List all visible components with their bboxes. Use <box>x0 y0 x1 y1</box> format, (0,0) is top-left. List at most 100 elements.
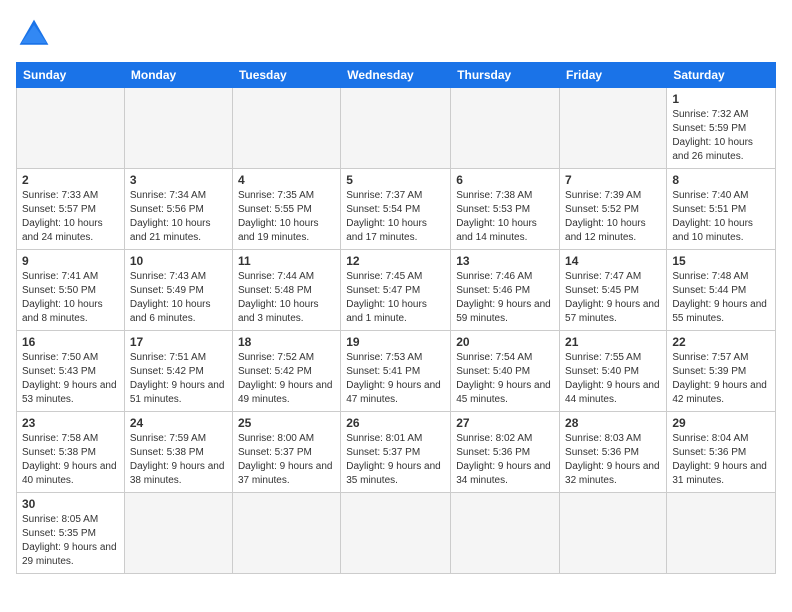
day-info: Sunrise: 7:50 AM Sunset: 5:43 PM Dayligh… <box>22 351 119 407</box>
day-number: 15 <box>672 254 770 268</box>
day-info: Sunrise: 7:52 AM Sunset: 5:42 PM Dayligh… <box>238 351 335 407</box>
day-info: Sunrise: 7:55 AM Sunset: 5:40 PM Dayligh… <box>565 351 661 407</box>
day-number: 29 <box>672 416 770 430</box>
day-cell: 28 Sunrise: 8:03 AM Sunset: 5:36 PM Dayli… <box>560 412 667 493</box>
day-header-sunday: Sunday <box>17 63 125 88</box>
day-cell <box>451 88 560 169</box>
day-number: 21 <box>565 335 661 349</box>
day-number: 3 <box>130 173 227 187</box>
day-info: Sunrise: 8:04 AM Sunset: 5:36 PM Dayligh… <box>672 432 770 488</box>
day-cell <box>232 88 340 169</box>
day-cell: 4 Sunrise: 7:35 AM Sunset: 5:55 PM Daylig… <box>232 169 340 250</box>
day-number: 14 <box>565 254 661 268</box>
day-header-thursday: Thursday <box>451 63 560 88</box>
day-number: 17 <box>130 335 227 349</box>
day-cell: 15 Sunrise: 7:48 AM Sunset: 5:44 PM Dayli… <box>667 250 776 331</box>
week-row-3: 9Sunrise: 7:41 AM Sunset: 5:50 PM Daylig… <box>17 250 776 331</box>
day-info: Sunrise: 7:40 AM Sunset: 5:51 PM Dayligh… <box>672 189 770 245</box>
day-info: Sunrise: 7:33 AM Sunset: 5:57 PM Dayligh… <box>22 189 119 245</box>
week-row-4: 16 Sunrise: 7:50 AM Sunset: 5:43 PM Dayli… <box>17 331 776 412</box>
day-info: Sunrise: 8:03 AM Sunset: 5:36 PM Dayligh… <box>565 432 661 488</box>
day-number: 20 <box>456 335 554 349</box>
day-number: 28 <box>565 416 661 430</box>
day-number: 24 <box>130 416 227 430</box>
calendar-header: SundayMondayTuesdayWednesdayThursdayFrid… <box>17 63 776 88</box>
day-number: 23 <box>22 416 119 430</box>
day-cell: 14 Sunrise: 7:47 AM Sunset: 5:45 PM Dayli… <box>560 250 667 331</box>
day-cell: 8 Sunrise: 7:40 AM Sunset: 5:51 PM Daylig… <box>667 169 776 250</box>
day-cell: 20Sunrise: 7:54 AM Sunset: 5:40 PM Dayli… <box>451 331 560 412</box>
day-header-friday: Friday <box>560 63 667 88</box>
day-number: 8 <box>672 173 770 187</box>
day-number: 7 <box>565 173 661 187</box>
day-cell: 6 Sunrise: 7:38 AM Sunset: 5:53 PM Daylig… <box>451 169 560 250</box>
day-number: 27 <box>456 416 554 430</box>
day-number: 25 <box>238 416 335 430</box>
day-cell <box>560 493 667 574</box>
day-cell: 21 Sunrise: 7:55 AM Sunset: 5:40 PM Dayli… <box>560 331 667 412</box>
day-cell: 11Sunrise: 7:44 AM Sunset: 5:48 PM Dayli… <box>232 250 340 331</box>
day-cell <box>124 88 232 169</box>
day-number: 6 <box>456 173 554 187</box>
day-cell: 10 Sunrise: 7:43 AM Sunset: 5:49 PM Dayli… <box>124 250 232 331</box>
day-header-monday: Monday <box>124 63 232 88</box>
day-cell: 26Sunrise: 8:01 AM Sunset: 5:37 PM Dayli… <box>341 412 451 493</box>
day-cell <box>341 493 451 574</box>
day-info: Sunrise: 7:37 AM Sunset: 5:54 PM Dayligh… <box>346 189 445 245</box>
day-info: Sunrise: 7:48 AM Sunset: 5:44 PM Dayligh… <box>672 270 770 326</box>
day-header-tuesday: Tuesday <box>232 63 340 88</box>
day-info: Sunrise: 7:51 AM Sunset: 5:42 PM Dayligh… <box>130 351 227 407</box>
day-cell: 2 Sunrise: 7:33 AM Sunset: 5:57 PM Daylig… <box>17 169 125 250</box>
day-cell: 22Sunrise: 7:57 AM Sunset: 5:39 PM Dayli… <box>667 331 776 412</box>
day-info: Sunrise: 8:00 AM Sunset: 5:37 PM Dayligh… <box>238 432 335 488</box>
day-cell <box>124 493 232 574</box>
day-cell: 27 Sunrise: 8:02 AM Sunset: 5:36 PM Dayli… <box>451 412 560 493</box>
week-row-5: 23Sunrise: 7:58 AM Sunset: 5:38 PM Dayli… <box>17 412 776 493</box>
day-cell <box>667 493 776 574</box>
day-cell: 17 Sunrise: 7:51 AM Sunset: 5:42 PM Dayli… <box>124 331 232 412</box>
day-info: Sunrise: 7:47 AM Sunset: 5:45 PM Dayligh… <box>565 270 661 326</box>
day-number: 26 <box>346 416 445 430</box>
day-cell: 5 Sunrise: 7:37 AM Sunset: 5:54 PM Daylig… <box>341 169 451 250</box>
day-cell: 9Sunrise: 7:41 AM Sunset: 5:50 PM Daylig… <box>17 250 125 331</box>
day-number: 11 <box>238 254 335 268</box>
day-info: Sunrise: 7:39 AM Sunset: 5:52 PM Dayligh… <box>565 189 661 245</box>
day-info: Sunrise: 7:43 AM Sunset: 5:49 PM Dayligh… <box>130 270 227 326</box>
day-cell: 13Sunrise: 7:46 AM Sunset: 5:46 PM Dayli… <box>451 250 560 331</box>
day-number: 9 <box>22 254 119 268</box>
day-number: 2 <box>22 173 119 187</box>
day-number: 16 <box>22 335 119 349</box>
day-info: Sunrise: 7:53 AM Sunset: 5:41 PM Dayligh… <box>346 351 445 407</box>
day-cell: 7 Sunrise: 7:39 AM Sunset: 5:52 PM Daylig… <box>560 169 667 250</box>
day-number: 4 <box>238 173 335 187</box>
day-cell: 18 Sunrise: 7:52 AM Sunset: 5:42 PM Dayli… <box>232 331 340 412</box>
day-number: 12 <box>346 254 445 268</box>
day-cell <box>560 88 667 169</box>
day-info: Sunrise: 7:38 AM Sunset: 5:53 PM Dayligh… <box>456 189 554 245</box>
day-number: 10 <box>130 254 227 268</box>
day-cell: 25 Sunrise: 8:00 AM Sunset: 5:37 PM Dayli… <box>232 412 340 493</box>
day-number: 13 <box>456 254 554 268</box>
day-cell: 16 Sunrise: 7:50 AM Sunset: 5:43 PM Dayli… <box>17 331 125 412</box>
day-number: 1 <box>672 92 770 106</box>
day-info: Sunrise: 7:57 AM Sunset: 5:39 PM Dayligh… <box>672 351 770 407</box>
day-number: 18 <box>238 335 335 349</box>
day-info: Sunrise: 7:34 AM Sunset: 5:56 PM Dayligh… <box>130 189 227 245</box>
week-row-2: 2 Sunrise: 7:33 AM Sunset: 5:57 PM Daylig… <box>17 169 776 250</box>
day-cell: 30 Sunrise: 8:05 AM Sunset: 5:35 PM Dayli… <box>17 493 125 574</box>
day-number: 19 <box>346 335 445 349</box>
day-number: 30 <box>22 497 119 511</box>
page: SundayMondayTuesdayWednesdayThursdayFrid… <box>0 0 792 612</box>
day-info: Sunrise: 8:02 AM Sunset: 5:36 PM Dayligh… <box>456 432 554 488</box>
day-info: Sunrise: 7:35 AM Sunset: 5:55 PM Dayligh… <box>238 189 335 245</box>
day-number: 5 <box>346 173 445 187</box>
day-cell: 29 Sunrise: 8:04 AM Sunset: 5:36 PM Dayli… <box>667 412 776 493</box>
week-row-6: 30 Sunrise: 8:05 AM Sunset: 5:35 PM Dayli… <box>17 493 776 574</box>
logo-icon <box>16 16 52 52</box>
header <box>16 16 776 52</box>
day-cell <box>451 493 560 574</box>
day-cell: 1Sunrise: 7:32 AM Sunset: 5:59 PM Daylig… <box>667 88 776 169</box>
day-cell: 24Sunrise: 7:59 AM Sunset: 5:38 PM Dayli… <box>124 412 232 493</box>
day-cell <box>341 88 451 169</box>
day-info: Sunrise: 8:05 AM Sunset: 5:35 PM Dayligh… <box>22 513 119 569</box>
